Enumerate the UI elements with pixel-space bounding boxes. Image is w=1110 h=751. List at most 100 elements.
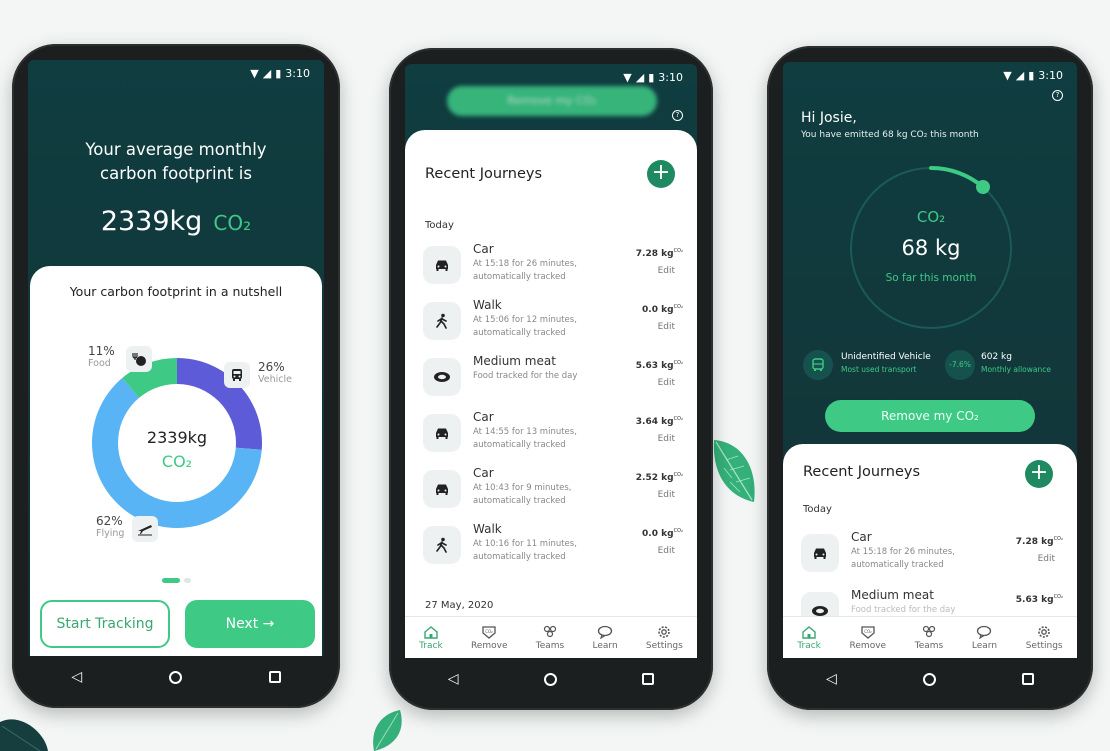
remove-co2-button[interactable]: Remove my CO₂ [825, 400, 1035, 432]
walk-icon [423, 302, 461, 340]
stat-vehicle-sub: Most used transport [841, 365, 917, 374]
phone-onboarding: ▼ ◢ ▮ 3:10 Your average monthly carbon f… [12, 44, 340, 708]
tab-track[interactable]: Track [797, 625, 821, 651]
journey-edit-link[interactable]: Edit [658, 434, 675, 444]
tab-learn[interactable]: Learn [972, 625, 997, 651]
section-date: 27 May, 2020 [425, 600, 494, 611]
co2-sup: CO₂ [673, 304, 683, 310]
bottom-tab-bar: Track CO₂ Remove Teams Learn Settings [405, 616, 697, 658]
journey-kg: 7.28 kg [1015, 537, 1054, 547]
journey-kg: 0.0 kg [642, 305, 674, 315]
journey-detail: At 15:06 for 12 minutes, automatically tr… [473, 314, 623, 340]
status-time: 3:10 [658, 70, 683, 84]
nutshell-title: Your carbon footprint in a nutshell [69, 284, 283, 299]
help-icon[interactable]: ? [672, 110, 683, 121]
journey-title: Medium meat [851, 588, 934, 602]
signal-icon: ◢ [262, 66, 272, 80]
tab-track[interactable]: Track [419, 625, 443, 651]
greeting: Hi Josie, [801, 110, 857, 126]
journey-emission: 5.63 kgCO₂ [1016, 594, 1063, 605]
home-nav-icon[interactable] [168, 670, 182, 684]
tab-track-label: Track [797, 640, 821, 651]
journey-detail-line-2: automatically tracked [851, 560, 944, 570]
tab-remove[interactable]: CO₂ Remove [471, 625, 507, 651]
journey-detail-line-1: At 10:16 for 11 minutes, [473, 539, 577, 549]
tab-learn-label: Learn [971, 640, 998, 651]
co2-sup: CO₂ [673, 248, 683, 254]
car-icon [423, 414, 461, 452]
start-tracking-button[interactable]: Start Tracking [40, 600, 170, 648]
home-nav-icon[interactable] [543, 672, 557, 686]
status-time: 3:10 [285, 66, 310, 80]
journey-row[interactable]: Car At 15:18 for 26 minutes, automatical… [801, 530, 1063, 576]
wifi-icon: ▼ [250, 66, 259, 80]
segment-vehicle-pct: 26% [258, 360, 285, 374]
recents-icon[interactable] [1021, 673, 1034, 685]
tab-remove[interactable]: CO₂ Remove [850, 625, 886, 651]
journey-row[interactable]: Car At 15:18 for 26 minutes, automatically… [423, 242, 683, 288]
chat-icon [977, 625, 992, 639]
tab-settings[interactable]: Settings [1026, 625, 1063, 651]
bus-icon [803, 350, 833, 380]
journey-row[interactable]: Medium meat Food tracked for the day 5.63 … [423, 354, 683, 400]
journey-detail-line-1: At 15:18 for 26 minutes, [851, 547, 955, 557]
journey-edit-link[interactable]: Edit [658, 546, 675, 556]
journey-edit-link[interactable]: Edit [1038, 554, 1055, 564]
leaf-decoration-right [713, 440, 755, 502]
co2-sup: CO₂ [673, 528, 683, 534]
back-icon[interactable]: ◁ [826, 671, 837, 687]
section-today: Today [425, 220, 454, 231]
journey-edit-link[interactable]: Edit [658, 378, 675, 388]
tab-settings-label: Settings [1025, 640, 1063, 651]
help-icon[interactable]: ? [1052, 90, 1063, 101]
remove-co2-header-button[interactable]: Remove my CO₂ [447, 86, 657, 116]
journey-kg: 3.64 kg [635, 417, 674, 427]
tab-settings[interactable]: Settings [646, 625, 683, 651]
co2-sup: CO₂ [673, 416, 683, 422]
footprint-unit: CO₂ [213, 211, 252, 235]
journey-edit-link[interactable]: Edit [658, 266, 675, 276]
recents-icon[interactable] [642, 673, 655, 685]
add-journey-button[interactable]: + [647, 160, 675, 188]
tab-learn[interactable]: Learn [593, 625, 618, 651]
journey-detail: Food tracked for the day [473, 370, 623, 383]
donut-center-amount: 2339kg [146, 428, 208, 447]
back-icon[interactable]: ◁ [71, 669, 82, 685]
nutshell-card: Your carbon footprint in a nutshell 2339… [30, 266, 322, 656]
headline-line-1: Your average monthly [85, 140, 267, 159]
stat-vehicle-title: Unidentified Vehicle [841, 352, 931, 362]
android-nav-bar: ◁ [405, 660, 697, 698]
journey-row[interactable]: Car At 14:55 for 13 minutes, automatically… [423, 410, 683, 456]
journey-row[interactable]: Walk At 10:16 for 11 minutes, automaticall… [423, 522, 683, 568]
journey-detail-line-1: At 15:18 for 26 minutes, [473, 259, 577, 269]
journey-emission: 0.0 kgCO₂ [642, 528, 683, 539]
pager-dot [184, 578, 191, 583]
back-icon[interactable]: ◁ [448, 671, 459, 687]
food-icon [126, 346, 152, 372]
journey-row[interactable]: Walk At 15:06 for 12 minutes, automaticall… [423, 298, 683, 344]
next-button[interactable]: Next → [185, 600, 315, 648]
car-icon [423, 470, 461, 508]
journey-kg: 0.0 kg [642, 529, 674, 539]
signal-icon: ◢ [1015, 68, 1025, 82]
journey-title: Car [473, 466, 494, 480]
svg-text:CO₂: CO₂ [485, 629, 493, 634]
status-time: 3:10 [1038, 68, 1063, 82]
recents-icon[interactable] [268, 671, 281, 683]
add-journey-button[interactable]: + [1025, 460, 1053, 488]
journey-row[interactable]: Car At 10:43 for 9 minutes, automatically … [423, 466, 683, 512]
journey-emission: 7.28 kgCO₂ [1016, 536, 1063, 547]
tab-settings-label: Settings [645, 640, 683, 651]
tab-teams[interactable]: Teams [915, 625, 943, 651]
bus-icon [224, 362, 250, 388]
journey-kg: 5.63 kg [635, 361, 674, 371]
battery-icon: ▮ [648, 70, 655, 84]
journey-detail-line-2: automatically tracked [473, 272, 566, 282]
journey-kg: 7.28 kg [635, 249, 674, 259]
journey-edit-link[interactable]: Edit [658, 322, 675, 332]
home-nav-icon[interactable] [922, 672, 936, 686]
tab-teams-label: Teams [914, 640, 944, 651]
recent-journeys-card: Recent Journeys + Today Car At 15:18 for … [405, 130, 697, 658]
journey-edit-link[interactable]: Edit [658, 490, 675, 500]
tab-teams[interactable]: Teams [536, 625, 564, 651]
